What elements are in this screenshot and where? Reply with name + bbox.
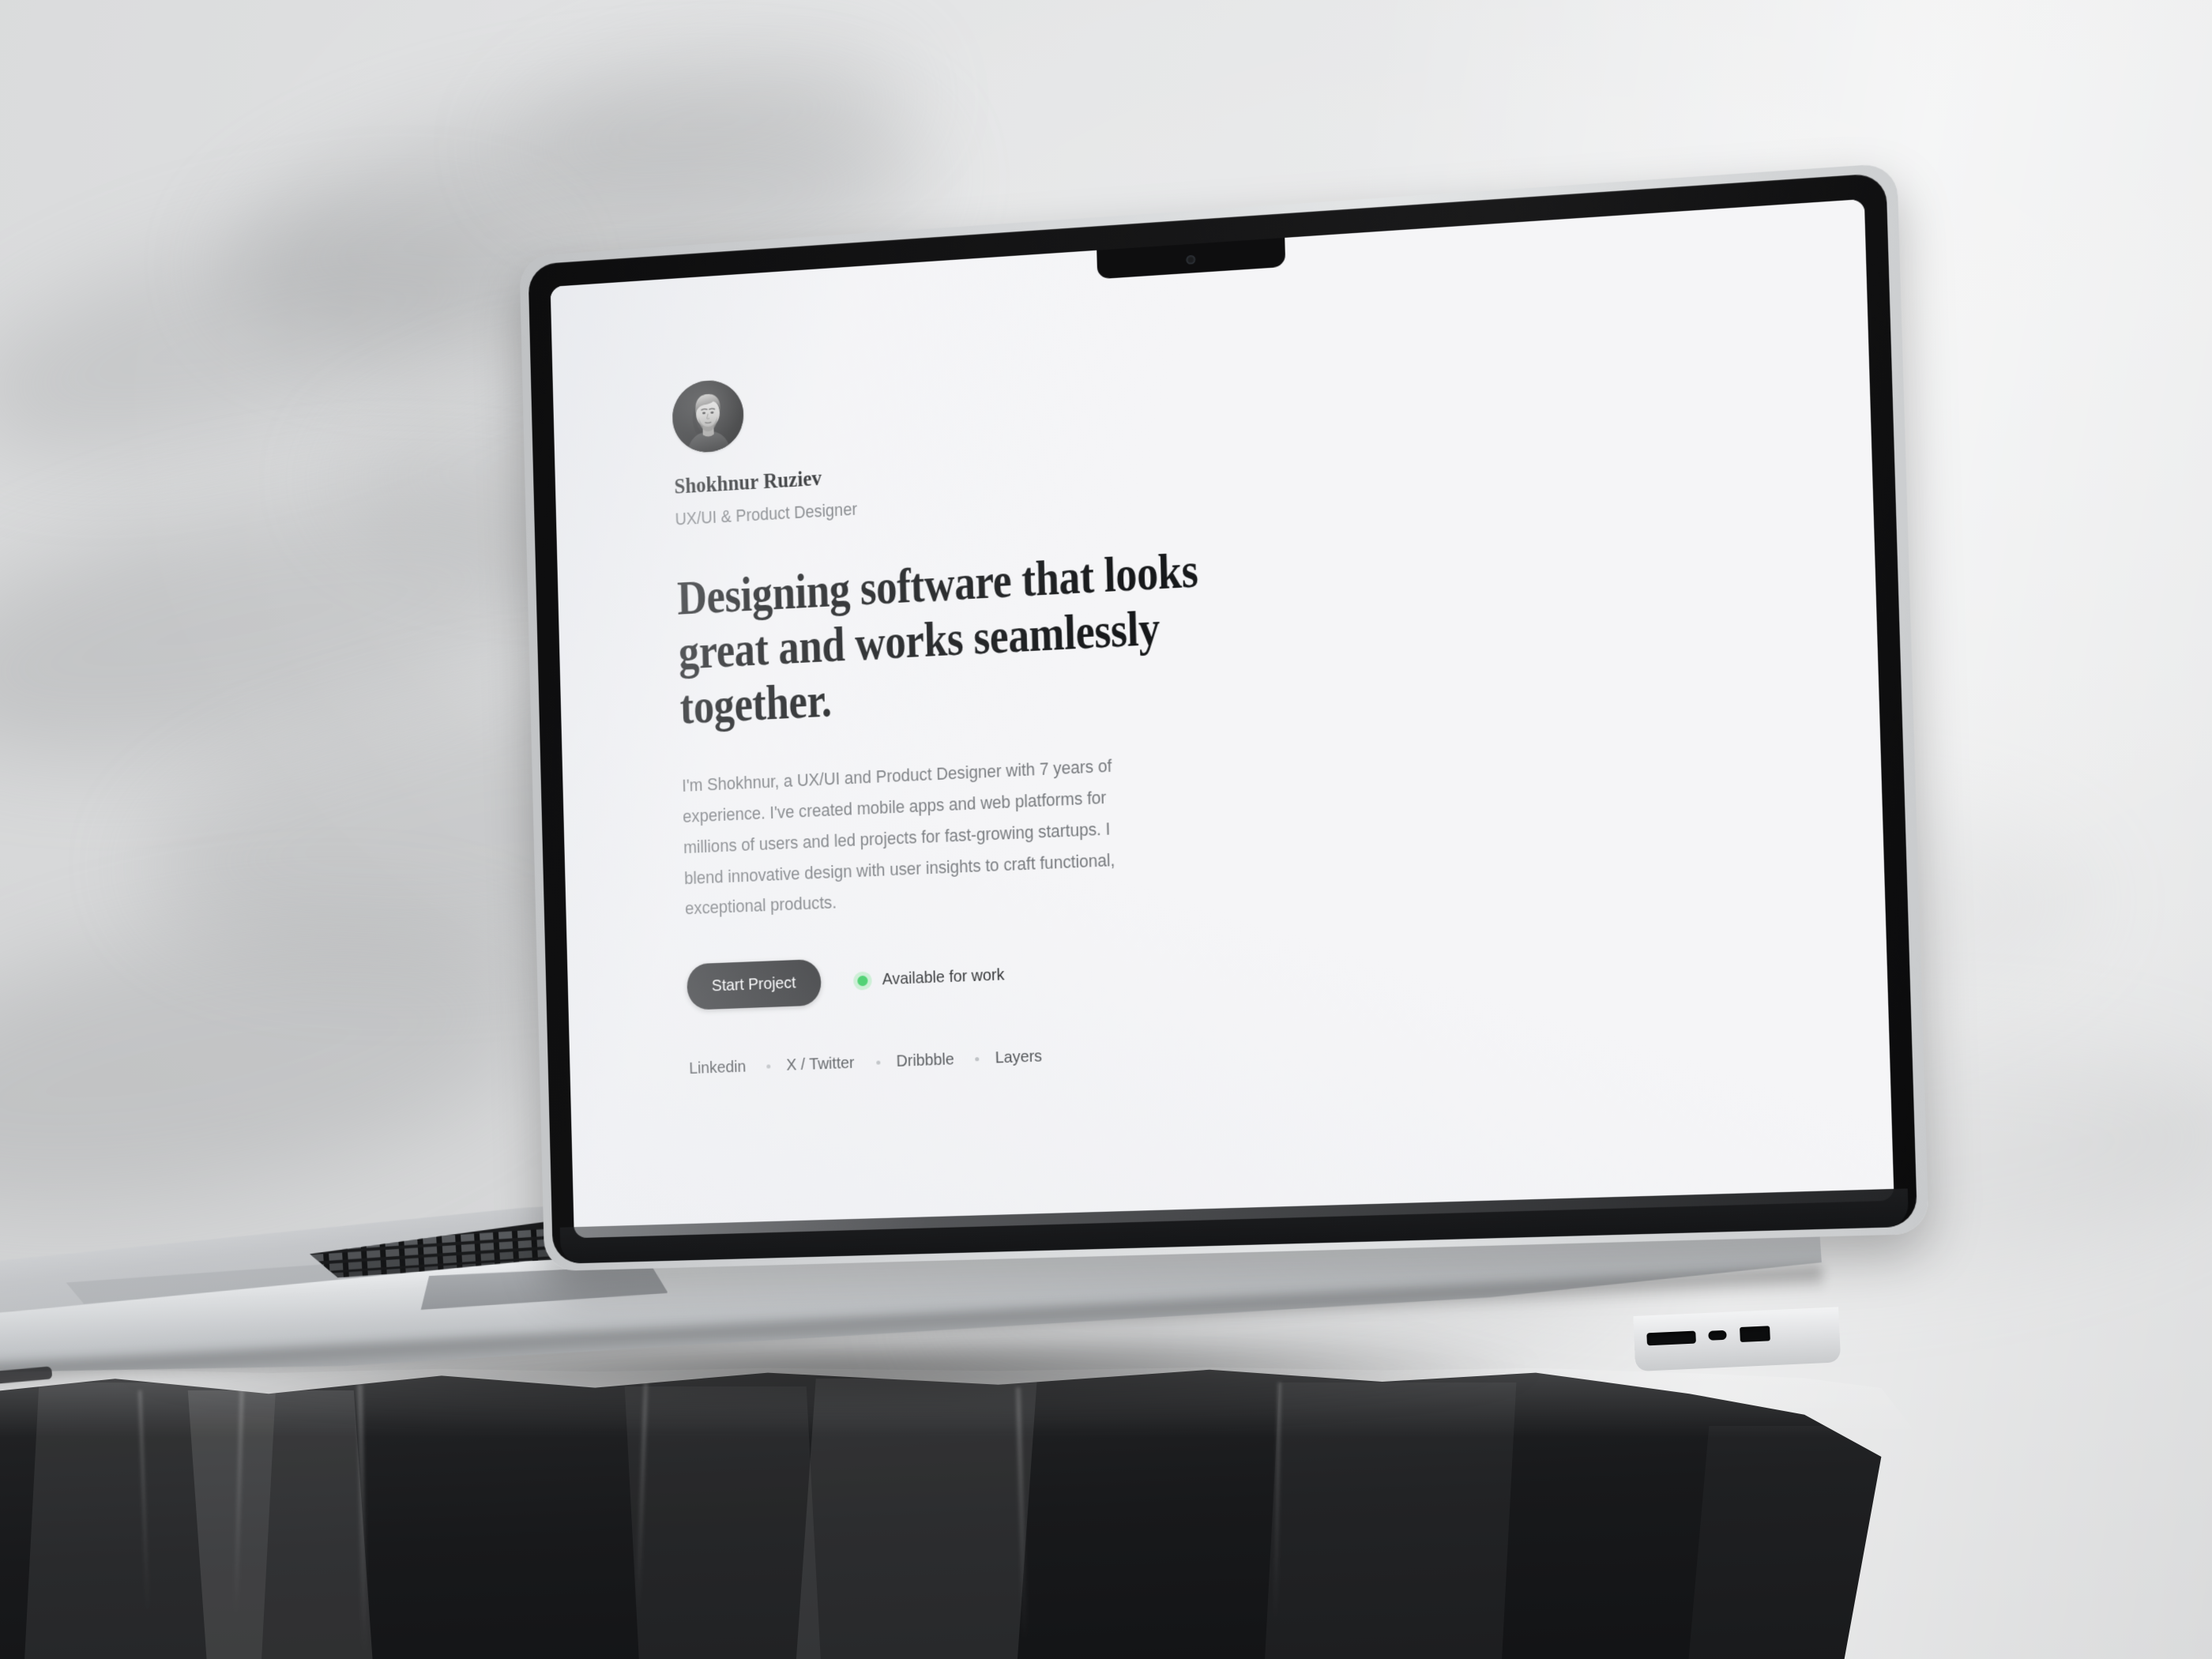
avatar <box>672 378 745 454</box>
laptop-device: Shokhnur Ruziev UX/UI & Product Designer… <box>0 0 2212 1659</box>
display-screen: Shokhnur Ruziev UX/UI & Product Designer… <box>550 198 1894 1239</box>
usb-c-port[interactable] <box>1708 1330 1727 1341</box>
social-link-x-twitter[interactable]: X / Twitter <box>786 1054 855 1075</box>
sd-card-slot[interactable] <box>1646 1330 1696 1346</box>
portfolio-page: Shokhnur Ruziev UX/UI & Product Designer… <box>550 198 1894 1239</box>
social-links: Linkedin X / Twitter Dribbble Layers <box>689 1017 1889 1078</box>
page-headline: Designing software that looks great and … <box>676 544 1199 735</box>
social-link-layers[interactable]: Layers <box>995 1047 1043 1067</box>
dot-separator-icon <box>876 1060 881 1065</box>
cta-row: Start Project Available for work <box>686 917 1887 1011</box>
display-bezel: Shokhnur Ruziev UX/UI & Product Designer… <box>528 172 1918 1264</box>
hdmi-port[interactable] <box>1740 1326 1770 1342</box>
social-link-linkedin[interactable]: Linkedin <box>689 1058 747 1079</box>
start-project-button[interactable]: Start Project <box>686 959 822 1011</box>
intro-paragraph: I'm Shokhnur, a UX/UI and Product Design… <box>681 755 1115 919</box>
right-side-ports <box>1633 1294 1879 1391</box>
social-link-dribbble[interactable]: Dribbble <box>897 1050 955 1071</box>
dot-separator-icon <box>766 1064 771 1069</box>
laptop-lid: Shokhnur Ruziev UX/UI & Product Designer… <box>519 163 1929 1272</box>
dot-separator-icon <box>975 1056 980 1062</box>
status-dot-core <box>856 975 868 987</box>
availability-label: Available for work <box>881 965 1005 989</box>
webcam-icon <box>1186 254 1196 265</box>
photo-scene: Shokhnur Ruziev UX/UI & Product Designer… <box>0 0 2212 1659</box>
availability-badge: Available for work <box>852 965 1015 991</box>
status-dot-icon <box>852 971 872 991</box>
